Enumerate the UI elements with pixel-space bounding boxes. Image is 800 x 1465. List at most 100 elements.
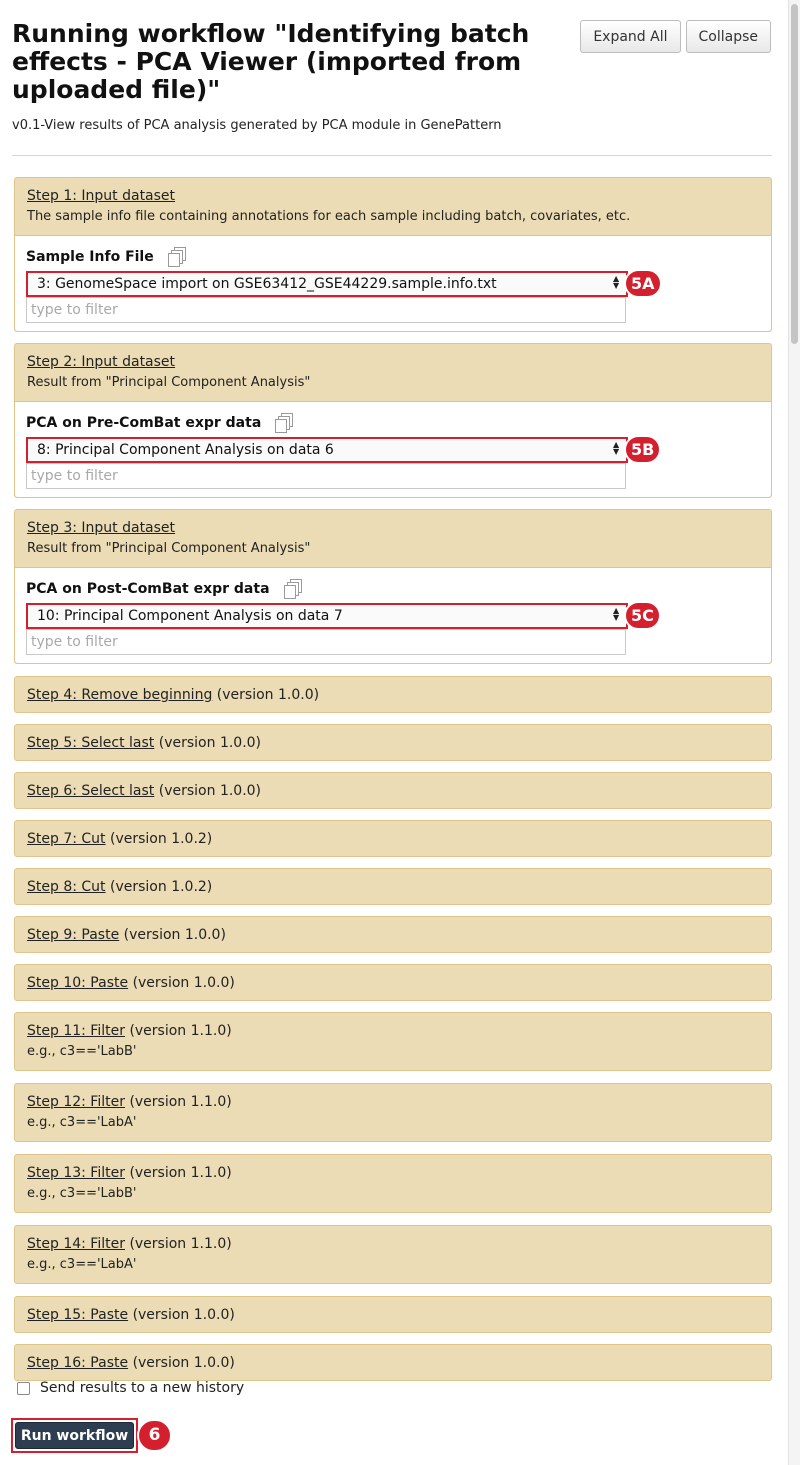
post-combat-select[interactable]: 10: Principal Component Analysis on data… bbox=[26, 603, 628, 629]
step-8-header: Step 8: Cut (version 1.0.2) bbox=[15, 869, 771, 904]
step-13-header: Step 13: Filter (version 1.1.0) e.g., c3=… bbox=[15, 1155, 771, 1212]
step-1-select-row: 3: GenomeSpace import on GSE63412_GSE442… bbox=[26, 269, 760, 298]
step-16-link[interactable]: Step 16: Paste bbox=[27, 1355, 128, 1371]
copy-icon[interactable] bbox=[275, 413, 294, 433]
step-12-link[interactable]: Step 12: Filter bbox=[27, 1094, 125, 1110]
step-15-header: Step 15: Paste (version 1.0.0) bbox=[15, 1297, 771, 1332]
copy-icon[interactable] bbox=[283, 579, 302, 599]
step-14-description: e.g., c3=='LabA' bbox=[27, 1257, 137, 1272]
workflow-run-panel: Running workflow "Identifying batch effe… bbox=[0, 0, 786, 1381]
step-7-header: Step 7: Cut (version 1.0.2) bbox=[15, 821, 771, 856]
expand-all-button[interactable]: Expand All bbox=[580, 20, 681, 53]
step-2-body: PCA on Pre-ComBat expr data 8: Principal… bbox=[15, 401, 771, 497]
step-11-header: Step 11: Filter (version 1.1.0) e.g., c3=… bbox=[15, 1013, 771, 1070]
step-9: Step 9: Paste (version 1.0.0) bbox=[14, 916, 772, 953]
annotation-badge-5a: 5A bbox=[624, 269, 662, 298]
step-1-field-label: Sample Info File bbox=[26, 246, 760, 268]
header-buttons: Expand All Collapse bbox=[580, 20, 771, 53]
step-14-header: Step 14: Filter (version 1.1.0) e.g., c3=… bbox=[15, 1226, 771, 1283]
step-12: Step 12: Filter (version 1.1.0) e.g., c3=… bbox=[14, 1083, 772, 1142]
step-11-description: e.g., c3=='LabB' bbox=[27, 1044, 137, 1059]
step-4-header: Step 4: Remove beginning (version 1.0.0) bbox=[15, 677, 771, 712]
step-16: Step 16: Paste (version 1.0.0) bbox=[14, 1344, 772, 1381]
step-3-description: Result from "Principal Component Analysi… bbox=[27, 541, 311, 556]
step-2-description: Result from "Principal Component Analysi… bbox=[27, 375, 311, 390]
step-1-link[interactable]: Step 1: Input dataset bbox=[27, 188, 175, 204]
step-3-selected-value: 10: Principal Component Analysis on data… bbox=[37, 608, 343, 624]
step-8-link[interactable]: Step 8: Cut bbox=[27, 879, 106, 895]
step-2-selected-value: 8: Principal Component Analysis on data … bbox=[37, 442, 334, 458]
pre-combat-label: PCA on Pre-ComBat expr data bbox=[26, 415, 262, 431]
page-title: Running workflow "Identifying batch effe… bbox=[12, 19, 530, 104]
step-7-version: (version 1.0.2) bbox=[110, 831, 213, 847]
step-12-description: e.g., c3=='LabA' bbox=[27, 1115, 137, 1130]
step-6-link[interactable]: Step 6: Select last bbox=[27, 783, 154, 799]
step-3-field-label: PCA on Post-ComBat expr data bbox=[26, 578, 760, 600]
sample-info-file-select[interactable]: 3: GenomeSpace import on GSE63412_GSE442… bbox=[26, 271, 628, 297]
step-2: Step 2: Input dataset Result from "Princ… bbox=[14, 343, 772, 498]
copy-icon[interactable] bbox=[167, 247, 186, 267]
step-5-link[interactable]: Step 5: Select last bbox=[27, 735, 154, 751]
step-15-link[interactable]: Step 15: Paste bbox=[27, 1307, 128, 1323]
step-16-version: (version 1.0.0) bbox=[132, 1355, 235, 1371]
step-14-version: (version 1.1.0) bbox=[129, 1236, 232, 1252]
annotation-badge-6: 6 bbox=[137, 1419, 172, 1452]
step-8-version: (version 1.0.2) bbox=[110, 879, 213, 895]
select-arrows-icon[interactable]: ▲ ▼ bbox=[613, 441, 619, 456]
step-3-filter-input[interactable] bbox=[26, 629, 626, 655]
step-1: Step 1: Input dataset The sample info fi… bbox=[14, 177, 772, 332]
step-12-version: (version 1.1.0) bbox=[129, 1094, 232, 1110]
send-results-label[interactable]: Send results to a new history bbox=[40, 1380, 244, 1396]
step-4-link[interactable]: Step 4: Remove beginning bbox=[27, 687, 212, 703]
step-11-version: (version 1.1.0) bbox=[129, 1023, 232, 1039]
step-5-version: (version 1.0.0) bbox=[158, 735, 262, 751]
step-9-header: Step 9: Paste (version 1.0.0) bbox=[15, 917, 771, 952]
step-14-link[interactable]: Step 14: Filter bbox=[27, 1236, 125, 1252]
step-11-link[interactable]: Step 11: Filter bbox=[27, 1023, 125, 1039]
step-6-header: Step 6: Select last (version 1.0.0) bbox=[15, 773, 771, 808]
step-2-select-row: 8: Principal Component Analysis on data … bbox=[26, 435, 760, 464]
step-9-link[interactable]: Step 9: Paste bbox=[27, 927, 119, 943]
step-3: Step 3: Input dataset Result from "Princ… bbox=[14, 509, 772, 664]
page-scrollbar[interactable] bbox=[788, 0, 800, 1465]
run-workflow-button[interactable]: Run workflow bbox=[15, 1422, 134, 1449]
annotation-badge-5b: 5B bbox=[624, 435, 662, 464]
annotation-badge-5c: 5C bbox=[624, 601, 661, 630]
step-16-header: Step 16: Paste (version 1.0.0) bbox=[15, 1345, 771, 1380]
step-13-version: (version 1.1.0) bbox=[129, 1165, 232, 1181]
step-1-body: Sample Info File 3: GenomeSpace import o… bbox=[15, 235, 771, 331]
select-arrows-icon[interactable]: ▲ ▼ bbox=[613, 607, 619, 622]
step-9-version: (version 1.0.0) bbox=[123, 927, 226, 943]
step-6: Step 6: Select last (version 1.0.0) bbox=[14, 772, 772, 809]
step-1-description: The sample info file containing annotati… bbox=[27, 209, 631, 224]
send-results-row: Send results to a new history bbox=[17, 1380, 244, 1396]
step-1-filter-input[interactable] bbox=[26, 297, 626, 323]
step-2-field-label: PCA on Pre-ComBat expr data bbox=[26, 412, 760, 434]
step-4-version: (version 1.0.0) bbox=[216, 687, 320, 703]
step-2-link[interactable]: Step 2: Input dataset bbox=[27, 354, 175, 370]
step-8: Step 8: Cut (version 1.0.2) bbox=[14, 868, 772, 905]
send-results-checkbox[interactable] bbox=[17, 1381, 30, 1395]
step-5: Step 5: Select last (version 1.0.0) bbox=[14, 724, 772, 761]
sample-info-file-label: Sample Info File bbox=[26, 249, 154, 265]
step-10-header: Step 10: Paste (version 1.0.0) bbox=[15, 965, 771, 1000]
select-arrows-icon[interactable]: ▲ ▼ bbox=[613, 275, 619, 290]
step-1-header: Step 1: Input dataset The sample info fi… bbox=[15, 178, 771, 235]
step-10-link[interactable]: Step 10: Paste bbox=[27, 975, 128, 991]
step-5-header: Step 5: Select last (version 1.0.0) bbox=[15, 725, 771, 760]
collapse-button[interactable]: Collapse bbox=[685, 20, 771, 53]
step-13-description: e.g., c3=='LabB' bbox=[27, 1186, 137, 1201]
step-3-link[interactable]: Step 3: Input dataset bbox=[27, 520, 175, 536]
step-2-filter-input[interactable] bbox=[26, 463, 626, 489]
step-6-version: (version 1.0.0) bbox=[158, 783, 262, 799]
step-2-header: Step 2: Input dataset Result from "Princ… bbox=[15, 344, 771, 401]
pre-combat-select[interactable]: 8: Principal Component Analysis on data … bbox=[26, 437, 628, 463]
scrollbar-thumb[interactable] bbox=[791, 4, 798, 344]
step-15: Step 15: Paste (version 1.0.0) bbox=[14, 1296, 772, 1333]
step-7-link[interactable]: Step 7: Cut bbox=[27, 831, 106, 847]
step-13: Step 13: Filter (version 1.1.0) e.g., c3=… bbox=[14, 1154, 772, 1213]
step-13-link[interactable]: Step 13: Filter bbox=[27, 1165, 125, 1181]
step-3-body: PCA on Post-ComBat expr data 10: Princip… bbox=[15, 567, 771, 663]
step-3-header: Step 3: Input dataset Result from "Princ… bbox=[15, 510, 771, 567]
header: Running workflow "Identifying batch effe… bbox=[0, 0, 786, 133]
